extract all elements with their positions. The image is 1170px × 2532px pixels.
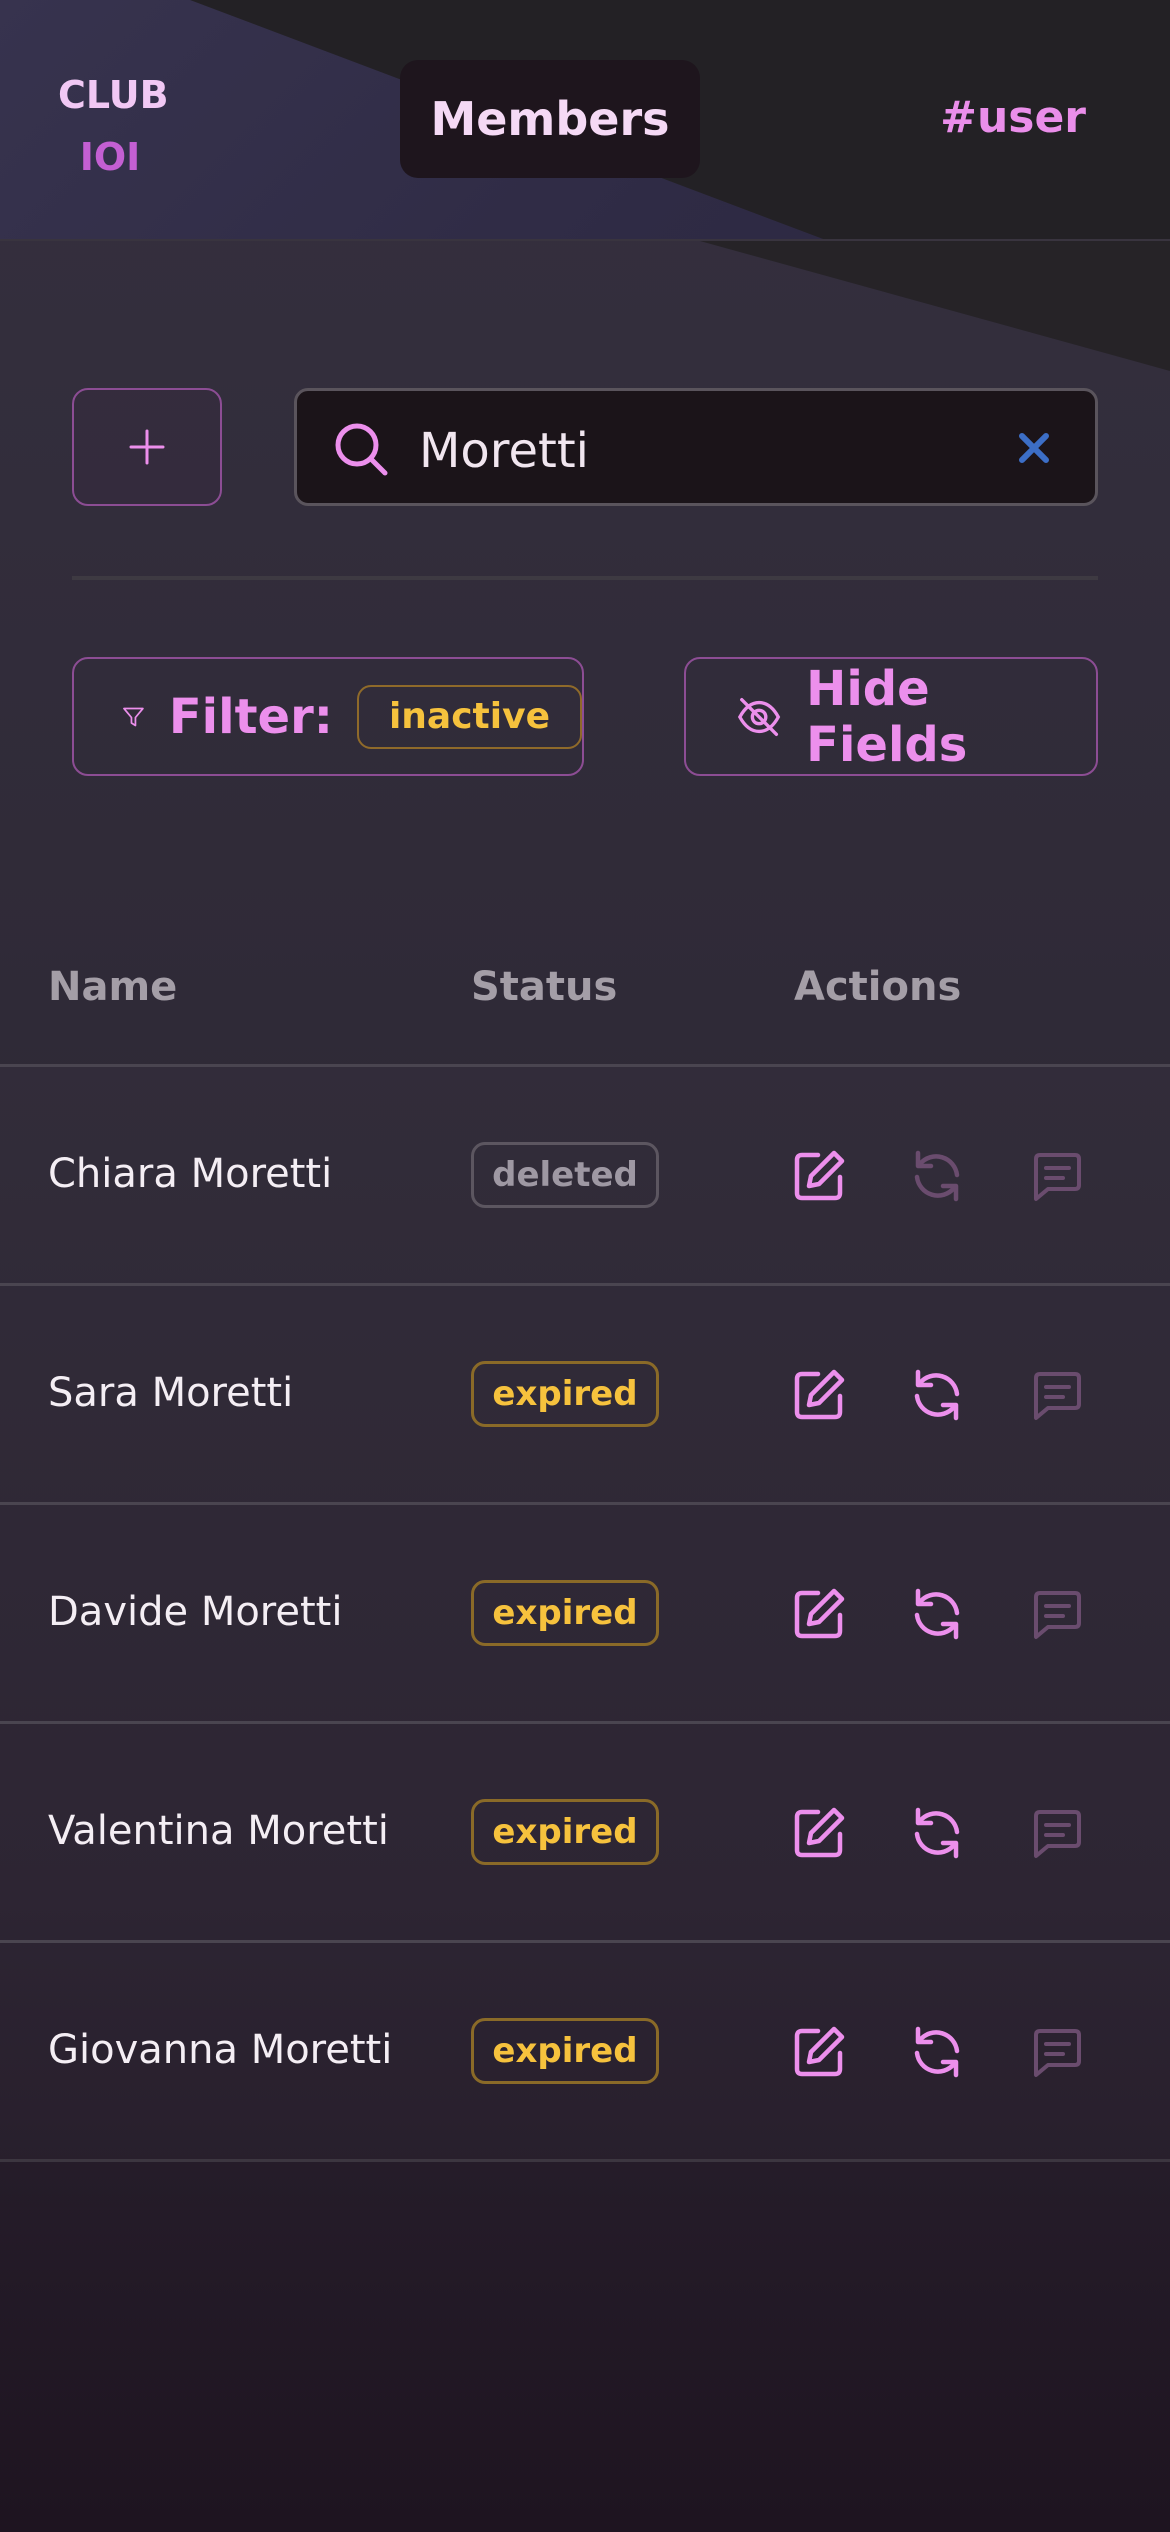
top-header: CLUB IOI Members #user	[0, 0, 1170, 241]
table-row[interactable]: Sara Moretti expired	[0, 1283, 1170, 1502]
hide-fields-label: Hide Fields	[806, 660, 968, 773]
refresh-icon	[908, 1147, 966, 1205]
filter-icon	[123, 707, 144, 726]
status-badge: deleted	[471, 1142, 659, 1208]
divider	[72, 576, 1098, 580]
member-name: Giovanna Moretti	[48, 2027, 393, 2073]
logo-line2: IOI	[79, 135, 141, 179]
status-badge: expired	[471, 2018, 659, 2084]
message-icon	[1028, 1147, 1086, 1205]
refresh-icon[interactable]	[908, 2023, 966, 2081]
refresh-icon[interactable]	[908, 1585, 966, 1643]
member-name: Chiara Moretti	[48, 1151, 333, 1197]
status-badge: expired	[471, 1361, 659, 1427]
column-header-actions: Actions	[794, 964, 962, 1010]
edit-icon[interactable]	[790, 1585, 848, 1643]
refresh-icon[interactable]	[908, 1366, 966, 1424]
filter-button[interactable]: Filter: inactive	[72, 657, 584, 776]
table-row[interactable]: Davide Moretti expired	[0, 1502, 1170, 1721]
message-icon	[1028, 1366, 1086, 1424]
status-badge: expired	[471, 1799, 659, 1865]
column-header-name[interactable]: Name	[48, 964, 177, 1010]
search-icon	[335, 423, 388, 476]
table-row[interactable]: Valentina Moretti expired	[0, 1721, 1170, 1940]
eye-off-icon	[737, 697, 781, 736]
search-input[interactable]: Moretti	[294, 388, 1098, 506]
search-value: Moretti	[419, 423, 589, 479]
table-row[interactable]: Giovanna Moretti expired	[0, 1940, 1170, 2159]
logo-line1: CLUB	[58, 73, 169, 117]
column-header-status[interactable]: Status	[471, 964, 617, 1010]
close-icon[interactable]	[1017, 431, 1051, 465]
edit-icon[interactable]	[790, 2023, 848, 2081]
edit-icon[interactable]	[790, 1147, 848, 1205]
tab-members[interactable]: Members	[400, 60, 700, 178]
hide-fields-button[interactable]: Hide Fields	[684, 657, 1098, 776]
status-badge: expired	[471, 1580, 659, 1646]
plus-icon	[129, 429, 165, 465]
refresh-icon[interactable]	[908, 1804, 966, 1862]
message-icon	[1028, 2023, 1086, 2081]
edit-icon[interactable]	[790, 1804, 848, 1862]
filter-chip-inactive[interactable]: inactive	[356, 684, 582, 749]
decorative-wedge	[700, 241, 1170, 371]
table-bottom-border	[0, 2159, 1170, 2162]
table-row[interactable]: Chiara Moretti deleted	[0, 1064, 1170, 1283]
user-link[interactable]: #user	[940, 92, 1086, 143]
message-icon	[1028, 1804, 1086, 1862]
filter-label: Filter:	[168, 688, 333, 745]
add-member-button[interactable]	[72, 388, 222, 506]
edit-icon[interactable]	[790, 1366, 848, 1424]
member-name: Davide Moretti	[48, 1589, 343, 1635]
member-name: Valentina Moretti	[48, 1808, 389, 1854]
message-icon	[1028, 1585, 1086, 1643]
member-name: Sara Moretti	[48, 1370, 294, 1416]
club-logo[interactable]: CLUB IOI	[58, 64, 169, 188]
